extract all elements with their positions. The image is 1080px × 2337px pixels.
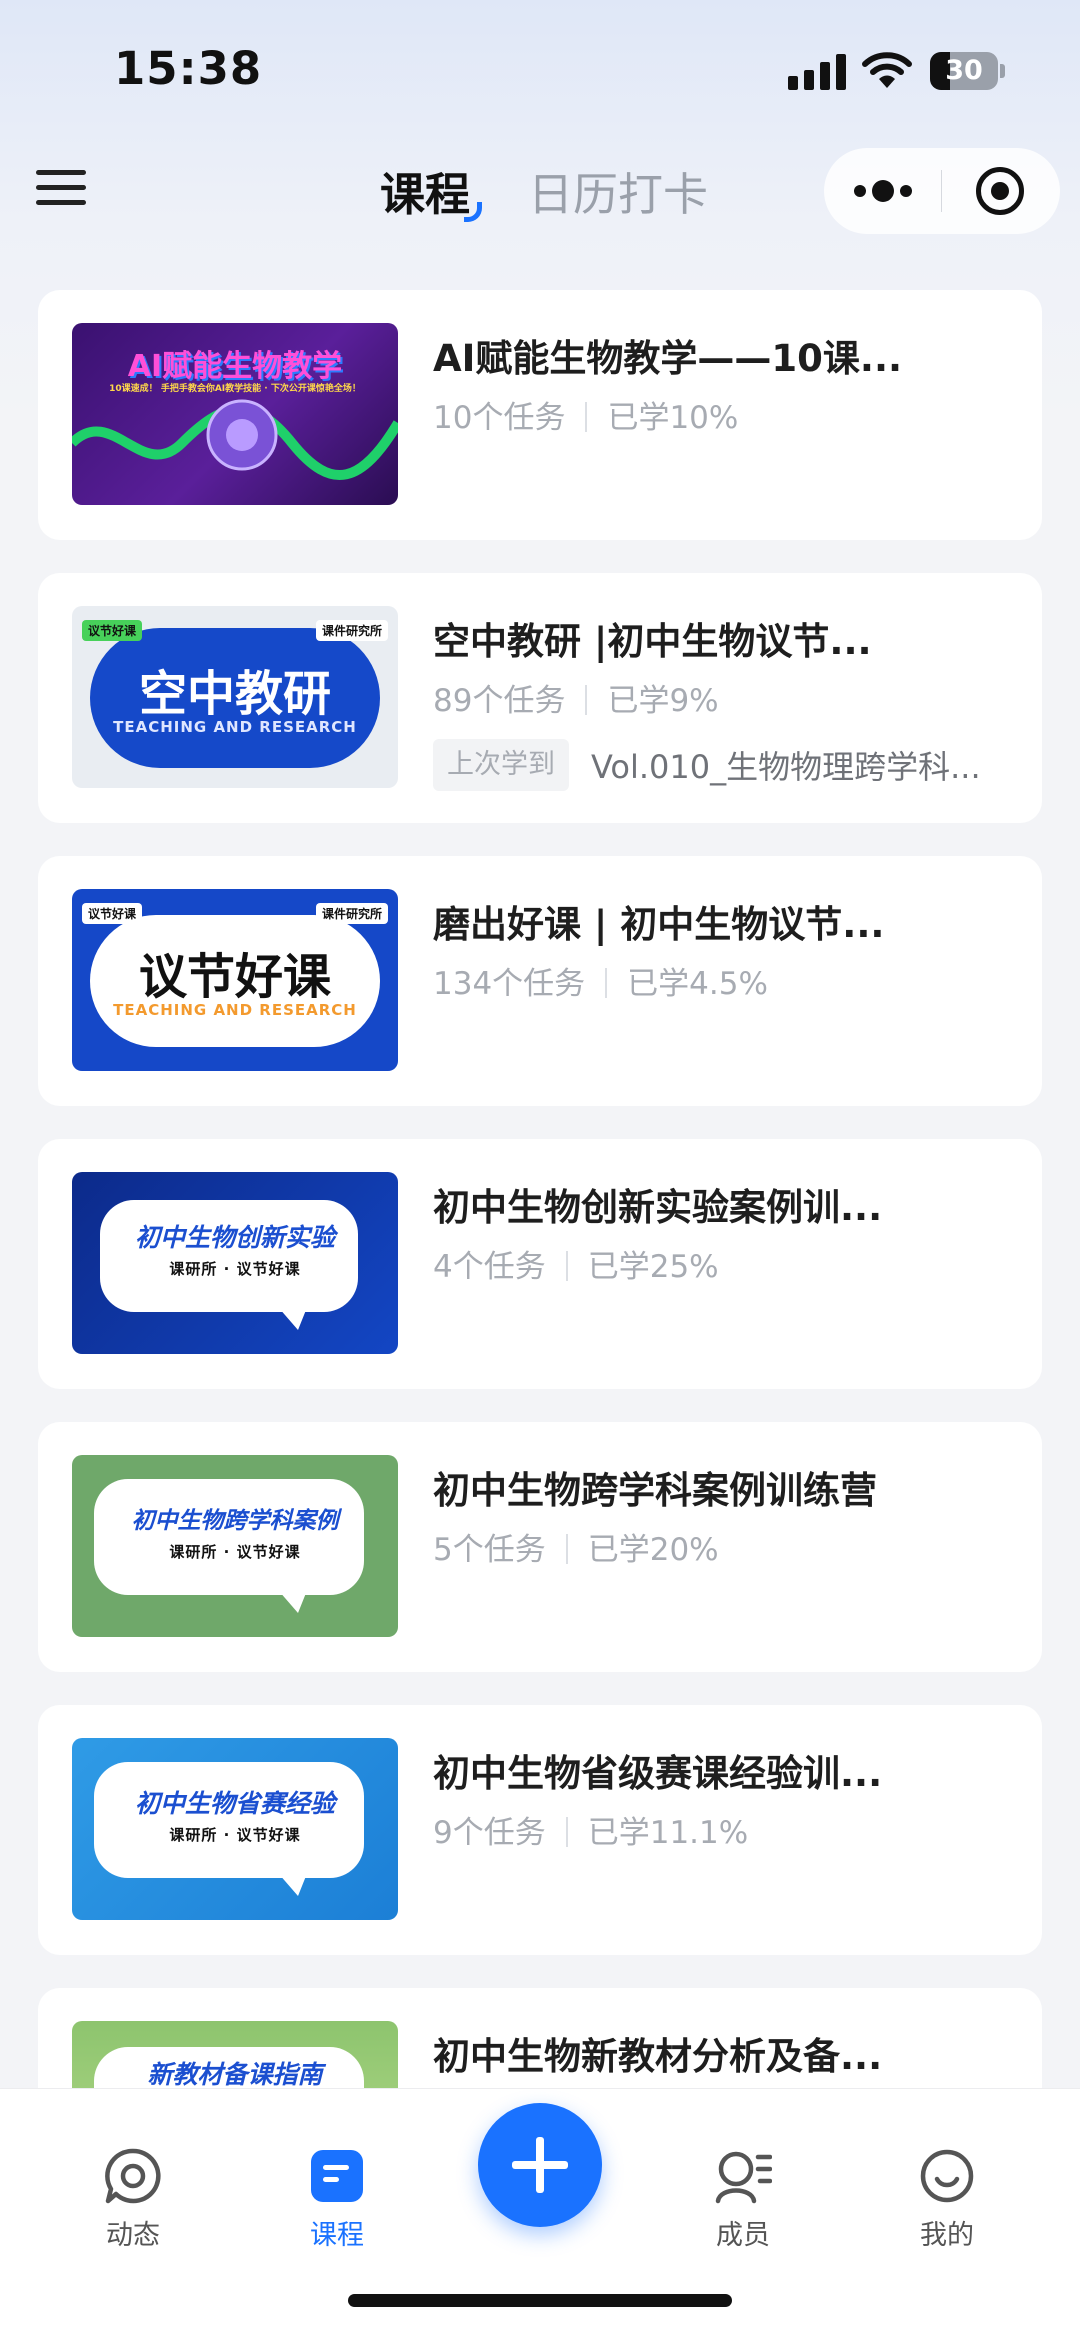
course-thumbnail: 议节好课 课件研究所 空中教研 TEACHING AND RESEARCH xyxy=(72,606,398,788)
task-count: 10个任务 xyxy=(433,400,566,436)
signal-icon xyxy=(788,54,846,90)
last-studied-lesson: Vol.010_生物物理跨学科... xyxy=(591,748,981,786)
tabbar-label: 动态 xyxy=(106,2220,160,2251)
tabbar-label: 我的 xyxy=(920,2220,974,2251)
mini-program-capsule xyxy=(824,148,1060,234)
task-count: 9个任务 xyxy=(433,1815,546,1851)
course-thumbnail: 初中生物创新实验 课研所 · 议节好课 xyxy=(72,1172,398,1354)
course-title: 空中教研 |初中生物议节... xyxy=(433,620,872,663)
course-title: AI赋能生物教学——10课... xyxy=(433,337,903,380)
course-thumbnail: 初中生物跨学科案例 课研所 · 议节好课 xyxy=(72,1455,398,1637)
course-title: 初中生物跨学科案例训练营 xyxy=(433,1469,877,1512)
course-card[interactable]: 初中生物跨学科案例 课研所 · 议节好课 初中生物跨学科案例训练营 5个任务 已学… xyxy=(38,1422,1042,1672)
course-card[interactable]: 议节好课 课件研究所 议节好课 TEACHING AND RESEARCH 磨出… xyxy=(38,856,1042,1106)
course-meta: 9个任务 已学11.1% xyxy=(433,1807,748,1852)
tabbar-label: 成员 xyxy=(716,2220,770,2251)
thumbnail-title: 议节好课 xyxy=(138,949,331,1005)
thumbnail-subtitle: TEACHING AND RESEARCH xyxy=(113,1001,357,1019)
wifi-icon xyxy=(862,52,912,88)
task-count: 89个任务 xyxy=(433,683,566,719)
course-title: 磨出好课 | 初中生物议节... xyxy=(433,903,885,946)
status-bar: 15:38 30 xyxy=(0,0,1080,140)
progress-text: 已学10% xyxy=(607,400,739,436)
course-thumbnail: AI赋能生物教学 10课速成！ 手把手教会你AI教学技能 · 下次公开课惊艳全场… xyxy=(72,323,398,505)
progress-text: 已学11.1% xyxy=(587,1815,749,1851)
task-count: 5个任务 xyxy=(433,1532,546,1568)
battery-icon: 30 xyxy=(930,52,1006,90)
course-meta: 10个任务 已学10% xyxy=(433,392,738,437)
course-card[interactable]: 议节好课 课件研究所 空中教研 TEACHING AND RESEARCH 空中… xyxy=(38,573,1042,823)
task-count: 134个任务 xyxy=(433,966,586,1002)
thumbnail-title: 初中生物跨学科案例 xyxy=(131,1508,339,1534)
thumbnail-tag: 课件研究所 xyxy=(315,620,388,641)
last-studied-badge: 上次学到 xyxy=(433,739,569,791)
tab-courses[interactable]: 课程 xyxy=(380,158,470,223)
target-icon[interactable] xyxy=(976,167,1024,215)
thumbnail-tag: 课件研究所 xyxy=(315,903,388,924)
thumbnail-subtitle: 课研所 · 议节好课 xyxy=(169,1826,301,1844)
tab-calendar[interactable]: 日历打卡 xyxy=(528,158,708,223)
course-meta: 89个任务 已学9% xyxy=(433,675,719,720)
course-card[interactable]: 初中生物创新实验 课研所 · 议节好课 初中生物创新实验案例训... 4个任务 已… xyxy=(38,1139,1042,1389)
tab-active-indicator xyxy=(464,202,482,222)
course-meta: 5个任务 已学20% xyxy=(433,1524,719,1569)
course-title: 初中生物省级赛课经验训... xyxy=(433,1752,883,1795)
thumbnail-subtitle: 10课速成！ 手把手教会你AI教学技能 · 下次公开课惊艳全场！ xyxy=(109,384,361,394)
more-icon[interactable] xyxy=(852,170,914,212)
tabbar-item-courses[interactable]: 课程 xyxy=(272,2115,402,2251)
thumbnail-tag: 议节好课 xyxy=(82,620,143,641)
thumbnail-title: 新教材备课指南 xyxy=(147,2060,323,2088)
thumbnail-title: 初中生物创新实验 xyxy=(134,1223,335,1252)
last-studied-row[interactable]: 上次学到 Vol.010_生物物理跨学科... xyxy=(433,739,981,791)
menu-icon[interactable] xyxy=(36,166,86,210)
thumbnail-subtitle: 课研所 · 议节好课 xyxy=(169,1260,301,1278)
status-time: 15:38 xyxy=(114,42,263,95)
progress-text: 已学4.5% xyxy=(627,966,768,1002)
member-icon xyxy=(715,2151,772,2204)
course-card[interactable]: AI赋能生物教学 10课速成！ 手把手教会你AI教学技能 · 下次公开课惊艳全场… xyxy=(38,290,1042,540)
course-thumbnail: 新教材备课指南 xyxy=(72,2021,398,2088)
course-thumbnail: 初中生物省赛经验 课研所 · 议节好课 xyxy=(72,1738,398,1920)
thumbnail-title: 初中生物省赛经验 xyxy=(134,1789,335,1818)
thumbnail-tag: 议节好课 xyxy=(82,903,143,924)
course-list: AI赋能生物教学 10课速成！ 手把手教会你AI教学技能 · 下次公开课惊艳全场… xyxy=(38,290,1042,2088)
course-title: 初中生物创新实验案例训... xyxy=(433,1186,883,1229)
tabbar-item-me[interactable]: 我的 xyxy=(882,2115,1012,2251)
tabbar-label: 课程 xyxy=(310,2220,364,2251)
add-button[interactable] xyxy=(478,2103,602,2227)
smile-icon xyxy=(920,2149,974,2203)
course-meta: 134个任务 已学4.5% xyxy=(433,958,768,1003)
thumbnail-subtitle: TEACHING AND RESEARCH xyxy=(113,718,357,736)
course-title: 初中生物新教材分析及备... xyxy=(433,2035,883,2078)
tabbar-item-members[interactable]: 成员 xyxy=(678,2115,808,2251)
course-doc-icon xyxy=(311,2150,363,2202)
progress-text: 已学20% xyxy=(587,1532,719,1568)
task-count: 4个任务 xyxy=(433,1249,546,1285)
progress-text: 已学9% xyxy=(607,683,719,719)
tabbar-item-feed[interactable]: 动态 xyxy=(68,2115,198,2251)
course-thumbnail: 议节好课 课件研究所 议节好课 TEACHING AND RESEARCH xyxy=(72,889,398,1071)
course-card[interactable]: 初中生物省赛经验 课研所 · 议节好课 初中生物省级赛课经验训... 9个任务 已… xyxy=(38,1705,1042,1955)
thumbnail-subtitle: 课研所 · 议节好课 xyxy=(169,1543,301,1561)
thumbnail-title: AI赋能生物教学 xyxy=(127,349,343,384)
course-meta: 4个任务 已学25% xyxy=(433,1241,719,1286)
chat-bubble-icon xyxy=(105,2148,161,2204)
progress-text: 已学25% xyxy=(587,1249,719,1285)
battery-level: 30 xyxy=(945,55,983,86)
thumbnail-title: 空中教研 xyxy=(138,666,331,722)
course-card[interactable]: 新教材备课指南 初中生物新教材分析及备... xyxy=(38,1988,1042,2088)
home-indicator xyxy=(348,2294,732,2307)
